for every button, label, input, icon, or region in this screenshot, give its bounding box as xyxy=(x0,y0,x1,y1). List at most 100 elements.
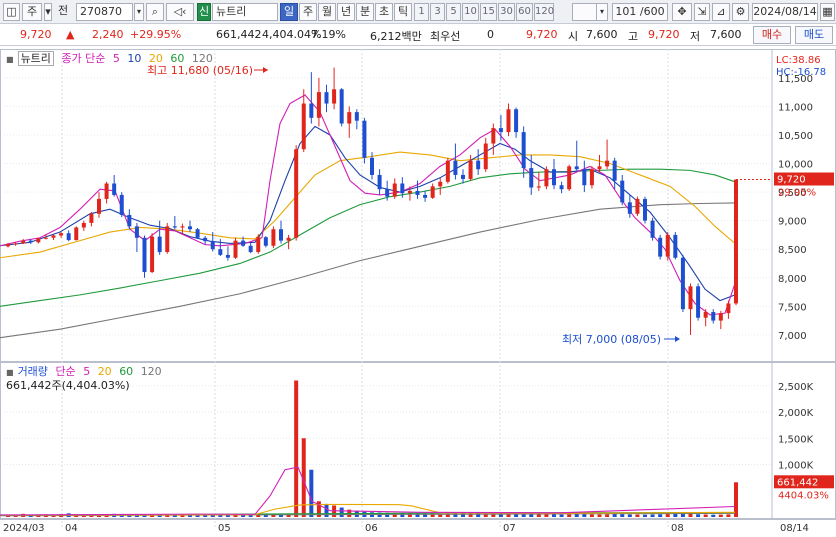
chart-menu-icon[interactable]: ◫ xyxy=(3,3,20,21)
stock-name-field[interactable]: 뉴트리 xyxy=(212,3,278,21)
buy-button[interactable]: 매수 xyxy=(753,26,791,44)
lc-label: LC:38.86 xyxy=(776,55,821,66)
candle-body xyxy=(627,202,632,214)
candle-body xyxy=(28,240,33,243)
candle-body xyxy=(248,245,253,253)
best-value: 0 xyxy=(487,28,494,41)
candle-body xyxy=(430,186,435,198)
chart-toolbar: ◫ 주 ▾ 전 270870 ▾ ⌕ ◁‹ 신 뉴트리 일주월년분초틱 1351… xyxy=(0,0,836,24)
volume-bar xyxy=(718,514,723,517)
candle-body xyxy=(43,237,48,239)
current-price-tag: 9,720 xyxy=(777,175,806,186)
stock-code-input[interactable]: 270870 xyxy=(76,3,133,21)
period-tab-0[interactable]: 일 xyxy=(280,3,298,21)
calendar-icon[interactable]: ▦ xyxy=(820,3,835,21)
candle-body xyxy=(309,103,314,118)
x-axis-label: 2024/03 xyxy=(3,523,45,534)
candle-body xyxy=(97,198,101,214)
candle-body xyxy=(597,166,602,170)
interval-button-60[interactable]: 60 xyxy=(516,3,533,21)
candle-body xyxy=(620,180,625,203)
turnover-rate: 7.19% xyxy=(311,28,346,41)
hc-label: HC:-16.78 xyxy=(776,67,826,78)
speaker-icon[interactable]: ◁‹ xyxy=(166,3,194,21)
price-tick-label: 8,000 xyxy=(778,274,807,285)
volume-bar xyxy=(688,513,693,517)
volume-bar xyxy=(582,514,587,517)
up-arrow-icon: ▲ xyxy=(66,28,75,41)
candle-body xyxy=(104,183,109,199)
candle-body xyxy=(263,237,268,246)
candle-body xyxy=(13,243,18,245)
split-icon[interactable]: ⇲ xyxy=(694,3,710,21)
interval-button-5[interactable]: 5 xyxy=(446,3,461,21)
price-tick-label: 10,500 xyxy=(778,131,813,142)
volume-bar xyxy=(514,514,519,517)
candle-body xyxy=(354,112,359,121)
sell-button[interactable]: 매도 xyxy=(795,26,833,44)
code-dropdown-icon[interactable]: ▾ xyxy=(134,3,144,21)
volume-bar xyxy=(574,513,579,517)
draw-tool-icon[interactable]: ⊿ xyxy=(712,3,730,21)
volume-bar xyxy=(635,514,640,517)
volume-bar xyxy=(643,514,647,517)
market-dropdown-icon[interactable]: ▾ xyxy=(44,3,52,21)
candle-body xyxy=(544,169,549,187)
candle-body xyxy=(476,160,481,170)
price-tick-label: 7,000 xyxy=(778,331,807,342)
candle-body xyxy=(529,168,534,188)
candle-body xyxy=(658,237,663,257)
interval-dropdown-icon[interactable]: ▾ xyxy=(596,3,608,21)
volume-bar xyxy=(567,514,572,517)
candle-body xyxy=(468,160,473,179)
candle-body xyxy=(612,160,617,181)
price-tick-label: 11,000 xyxy=(778,102,813,113)
volume-bar xyxy=(552,514,556,517)
x-axis-label: 06 xyxy=(365,523,378,534)
interval-button-10[interactable]: 10 xyxy=(462,3,479,21)
volume-bar xyxy=(665,514,670,517)
candle-body xyxy=(188,226,192,230)
date-field[interactable]: 2024/08/14 xyxy=(752,3,818,21)
volume-bar xyxy=(627,514,632,517)
candle-body xyxy=(150,236,155,273)
period-tab-6[interactable]: 틱 xyxy=(394,3,412,21)
period-tab-4[interactable]: 분 xyxy=(356,3,374,21)
price-legend-name: 뉴트리 xyxy=(17,51,54,66)
period-tab-5[interactable]: 초 xyxy=(375,3,393,21)
crosshair-icon[interactable]: ✥ xyxy=(672,3,692,21)
interval-button-15[interactable]: 15 xyxy=(480,3,497,21)
new-badge: 신 xyxy=(197,3,211,21)
candle-body xyxy=(294,149,299,238)
interval-button-1[interactable]: 1 xyxy=(414,3,429,21)
stock-chart[interactable]: 7,000 7,500 8,000 8,500 9,000 9,500 10,000 10,5… xyxy=(0,47,836,537)
candle-body xyxy=(286,237,291,241)
candle-body xyxy=(81,222,86,228)
period-tab-3[interactable]: 년 xyxy=(337,3,355,21)
volume-bar xyxy=(339,507,344,517)
candle-body xyxy=(51,235,56,238)
gear-icon[interactable]: ⚙ xyxy=(732,3,749,21)
interval-button-30[interactable]: 30 xyxy=(498,3,515,21)
search-icon[interactable]: ⌕ xyxy=(146,3,164,21)
candle-body xyxy=(552,169,556,186)
price-ma-5: 5 xyxy=(112,52,120,65)
price-tick-label: 8,500 xyxy=(778,245,807,256)
price-change-pct: +29.95% xyxy=(130,28,182,41)
volume-bar xyxy=(597,514,602,517)
interval-button-3[interactable]: 3 xyxy=(430,3,445,21)
market-select[interactable]: 주 xyxy=(22,3,42,21)
candle-body xyxy=(680,257,685,310)
volume-bar xyxy=(559,514,564,517)
period-tab-2[interactable]: 월 xyxy=(318,3,336,21)
chart-canvas[interactable]: 7,0007,5008,0008,5009,0009,50010,00010,5… xyxy=(0,47,836,537)
candle-body xyxy=(483,143,488,170)
interval-button-120[interactable]: 120 xyxy=(534,3,554,21)
candle-body xyxy=(218,249,223,255)
candle-body xyxy=(180,226,185,228)
data-count-field[interactable]: 101 /600 xyxy=(612,3,668,21)
period-tab-1[interactable]: 주 xyxy=(299,3,317,21)
price-ma-10: 10 xyxy=(127,52,142,65)
candle-body xyxy=(673,234,678,258)
candle-body xyxy=(445,160,450,182)
